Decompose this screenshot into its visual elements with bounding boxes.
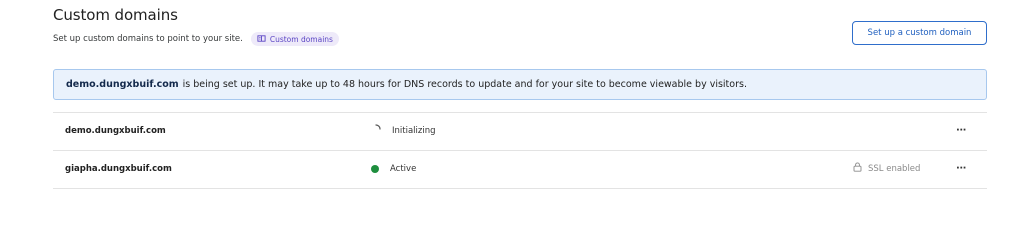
active-dot-icon [371, 164, 379, 173]
row-more-options-button[interactable]: ··· [951, 161, 971, 176]
lock-icon [853, 162, 862, 175]
table-row: demo.dungxbuif.com Initializing ··· [53, 112, 987, 149]
page-description: Set up custom domains to point to your s… [53, 34, 243, 44]
status-label: Initializing [392, 125, 436, 136]
row-more-options-button[interactable]: ··· [951, 123, 971, 138]
ssl-status: SSL enabled [853, 150, 920, 187]
domain-name[interactable]: demo.dungxbuif.com [65, 112, 166, 149]
domain-status: Initializing [371, 112, 436, 149]
header-subtitle: Set up custom domains to point to your s… [53, 31, 339, 47]
spinner-icon [371, 124, 381, 137]
custom-domains-docs-link[interactable]: Custom domains [250, 32, 339, 46]
row-divider [53, 188, 987, 189]
banner-message: is being set up. It may take up to 48 ho… [182, 79, 747, 90]
setup-info-banner: demo.dungxbuif.com is being set up. It m… [53, 69, 987, 100]
domain-status: Active [371, 150, 416, 187]
setup-custom-domain-button[interactable]: Set up a custom domain [852, 21, 987, 45]
banner-domain: demo.dungxbuif.com [66, 79, 179, 90]
book-icon [257, 34, 266, 45]
status-label: Active [390, 163, 417, 174]
page-title: Custom domains [53, 6, 178, 24]
ssl-label: SSL enabled [868, 163, 921, 174]
table-row: giapha.dungxbuif.com Active SSL enabled … [53, 150, 987, 187]
domain-name[interactable]: giapha.dungxbuif.com [65, 150, 172, 187]
docs-pill-label: Custom domains [269, 34, 333, 44]
